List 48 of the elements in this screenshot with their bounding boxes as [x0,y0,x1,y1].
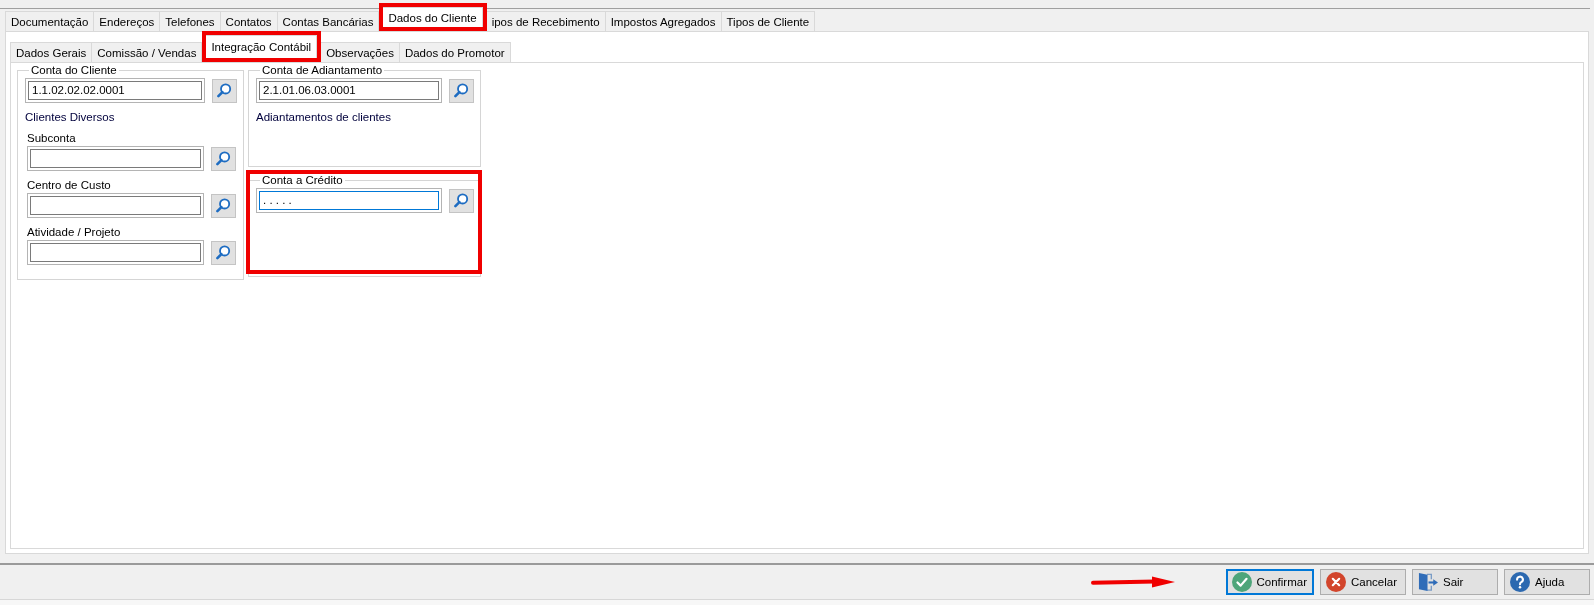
search-icon [454,83,469,98]
search-icon [216,245,231,260]
input-field[interactable]: 1.1.02.02.02.0001 [25,78,205,103]
field-label: Subconta [27,131,76,145]
tab[interactable]: Tipos de Cliente [721,11,816,31]
tab[interactable]: Dados do Promotor [399,42,511,62]
tab[interactable]: ipos de Recebimento [486,11,606,31]
tab[interactable]: Telefones [160,11,221,31]
tab[interactable]: Integração Contábil [206,35,318,58]
group-title: Conta de Adiantamento [261,63,384,77]
account-description: Adiantamentos de clientes [256,110,392,124]
search-button[interactable] [211,240,236,265]
field-label: Atividade / Projeto [27,225,121,239]
search-icon [216,151,231,166]
group-title: Conta a Crédito [261,173,344,187]
tab[interactable]: Documentação [5,11,95,31]
tab[interactable]: Contas Bancárias [277,11,380,31]
door-arrow-icon [1418,572,1438,592]
tab[interactable]: Comissão / Vendas [92,42,203,62]
search-button[interactable] [449,188,474,213]
search-icon [454,193,469,208]
input-field[interactable] [27,146,204,171]
field-label: Centro de Custo [27,178,111,192]
account-description: Clientes Diversos [25,110,116,124]
search-button[interactable] [449,78,474,103]
cancel-button[interactable]: Cancelar [1320,569,1406,595]
search-icon [217,83,232,98]
tab[interactable]: Dados do Cliente [383,7,483,27]
search-button[interactable] [212,78,237,103]
search-button[interactable] [211,146,236,171]
search-button[interactable] [211,193,236,218]
tab[interactable]: Dados Gerais [10,42,93,62]
group-title: Conta do Cliente [30,63,118,77]
input-field[interactable]: 2.1.01.06.03.0001 [256,78,442,103]
tab[interactable]: Endereços [94,11,161,31]
tab[interactable]: Contatos [220,11,278,31]
confirm-button[interactable]: Confirmar [1225,569,1314,595]
x-circle-icon [1326,572,1346,592]
help-icon [1510,572,1530,592]
help-button[interactable]: Ajuda [1504,569,1590,595]
check-circle-icon [1231,572,1252,592]
tab[interactable]: Impostos Agregados [605,11,722,31]
input-field[interactable]: . . . . . [256,188,442,213]
input-field[interactable] [27,193,204,218]
tab[interactable]: Observações [321,42,400,62]
input-field[interactable] [27,240,204,265]
search-icon [216,198,231,213]
exit-button[interactable]: Sair [1412,569,1498,595]
